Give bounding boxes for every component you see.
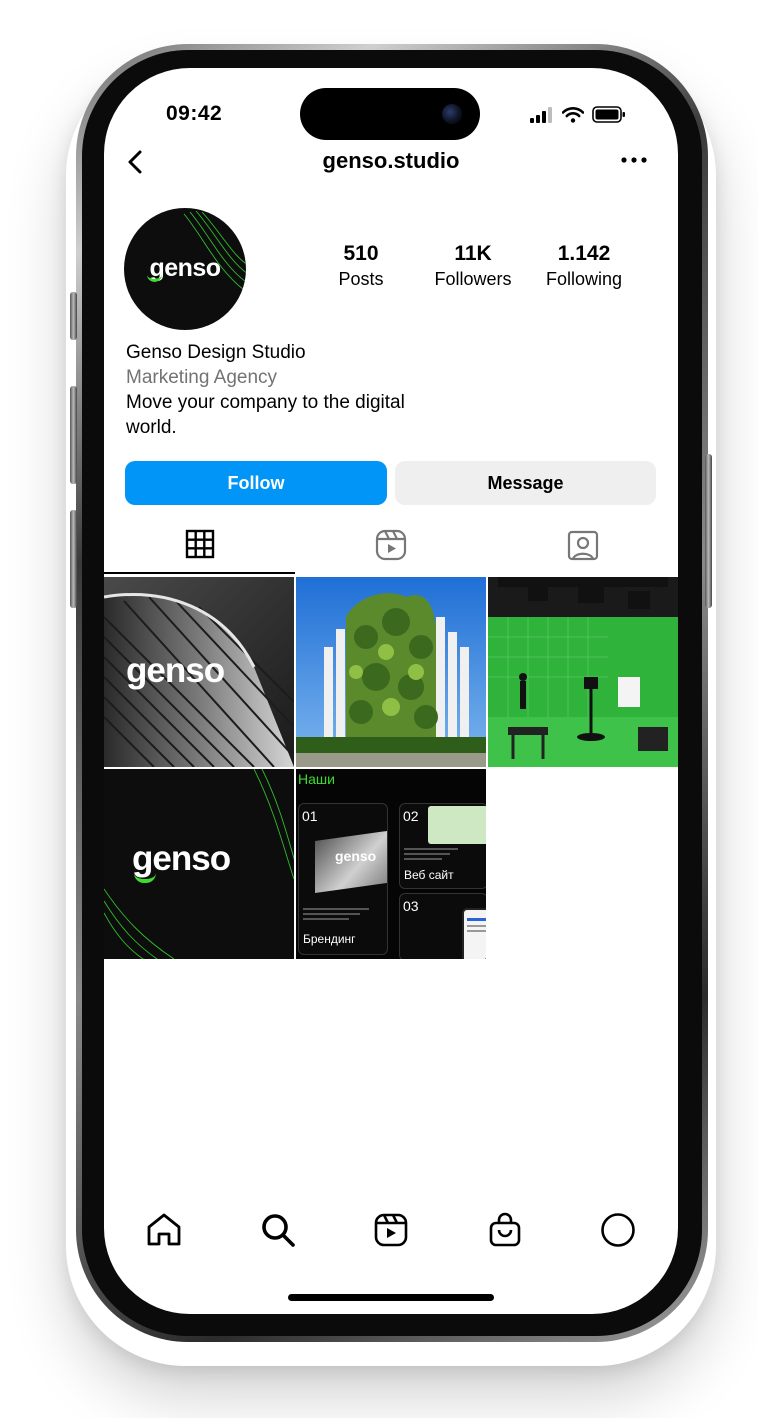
- tab-tagged[interactable]: [487, 516, 678, 574]
- stat-following-value: 1.142: [557, 242, 611, 265]
- stat-followers-value: 11K: [454, 242, 492, 265]
- card-3-phone-mockup: [462, 908, 486, 959]
- stat-posts-value: 510: [343, 242, 379, 265]
- home-icon: [147, 1213, 181, 1246]
- profile-avatar[interactable]: genso: [124, 208, 246, 330]
- power-button: [705, 454, 712, 608]
- profile-bio-block: Genso Design Studio Marketing Agency Mov…: [126, 340, 426, 440]
- card-website-title: Веб сайт: [404, 868, 454, 882]
- wifi-icon: [562, 106, 584, 123]
- post-tile-2[interactable]: [296, 577, 486, 767]
- green-building-image: [296, 577, 486, 767]
- studio-image: [488, 577, 678, 767]
- post-tile-4[interactable]: genso: [104, 769, 294, 959]
- post-5-card-branding: 01 genso Брендинг: [298, 803, 388, 955]
- home-indicator: [288, 1294, 494, 1301]
- profile-category: Marketing Agency: [126, 367, 278, 388]
- mute-switch: [70, 292, 77, 340]
- avatar-logo: genso: [124, 254, 246, 283]
- post-tile-5[interactable]: Наши 01 genso Брендинг 02 Веб сайт 03: [296, 769, 486, 959]
- card-website-number: 02: [403, 808, 419, 824]
- status-icons: [530, 106, 626, 123]
- stat-followers-label: Followers: [434, 269, 512, 289]
- nav-home[interactable]: [144, 1210, 184, 1250]
- stat-following[interactable]: 1.142 Following: [532, 242, 636, 290]
- nav-profile[interactable]: [598, 1210, 638, 1250]
- stat-posts-label: Posts: [338, 269, 384, 289]
- nav-shop[interactable]: [485, 1210, 525, 1250]
- post-tile-3[interactable]: [488, 577, 678, 767]
- stat-following-label: Following: [545, 269, 623, 289]
- status-time: 09:42: [166, 102, 223, 125]
- follow-button[interactable]: Follow: [125, 461, 387, 505]
- search-icon: [262, 1214, 295, 1247]
- card-branding-number: 01: [302, 808, 318, 824]
- post-5-card-3: 03: [399, 893, 486, 959]
- camera-icon: [442, 104, 462, 124]
- profile-icon: [601, 1213, 635, 1247]
- profile-username: genso.studio: [322, 148, 460, 173]
- card-branding-logo: genso: [335, 848, 377, 864]
- nav-reels[interactable]: [371, 1210, 411, 1250]
- signal-icon: [530, 106, 552, 123]
- nav-search[interactable]: [258, 1210, 298, 1250]
- stat-posts[interactable]: 510 Posts: [314, 242, 408, 290]
- more-options-button[interactable]: [618, 148, 650, 172]
- reels-icon: [375, 529, 406, 561]
- more-horizontal-icon: [621, 157, 647, 163]
- post-5-heading: Наши: [298, 771, 335, 787]
- battery-icon: [592, 106, 625, 123]
- card-website-text-lines: [404, 848, 458, 860]
- volume-down-button: [70, 510, 77, 608]
- stat-followers[interactable]: 11K Followers: [420, 242, 526, 290]
- volume-up-button: [70, 386, 77, 484]
- post-tile-1[interactable]: genso: [104, 577, 294, 767]
- card-branding-text-lines: [303, 908, 369, 920]
- tagged-icon: [567, 530, 598, 561]
- post-5-card-website: 02 Веб сайт: [399, 803, 486, 889]
- card-website-image: [428, 806, 486, 844]
- card-3-number: 03: [403, 898, 419, 914]
- shop-icon: [489, 1212, 521, 1247]
- tab-reels[interactable]: [295, 516, 486, 574]
- post-1-logo-text: genso: [126, 651, 225, 690]
- reels-icon: [374, 1213, 408, 1247]
- phone-screen: 09:42 genso.studio genso 510 Posts 11K F…: [104, 68, 678, 1314]
- grid-icon: [185, 529, 214, 559]
- profile-bio: Move your company to the digital world.: [126, 392, 405, 438]
- tab-posts-grid[interactable]: [104, 516, 295, 574]
- card-branding-title: Брендинг: [303, 932, 356, 946]
- message-button[interactable]: Message: [395, 461, 656, 505]
- profile-name: Genso Design Studio: [126, 342, 306, 363]
- dynamic-island: [300, 88, 480, 140]
